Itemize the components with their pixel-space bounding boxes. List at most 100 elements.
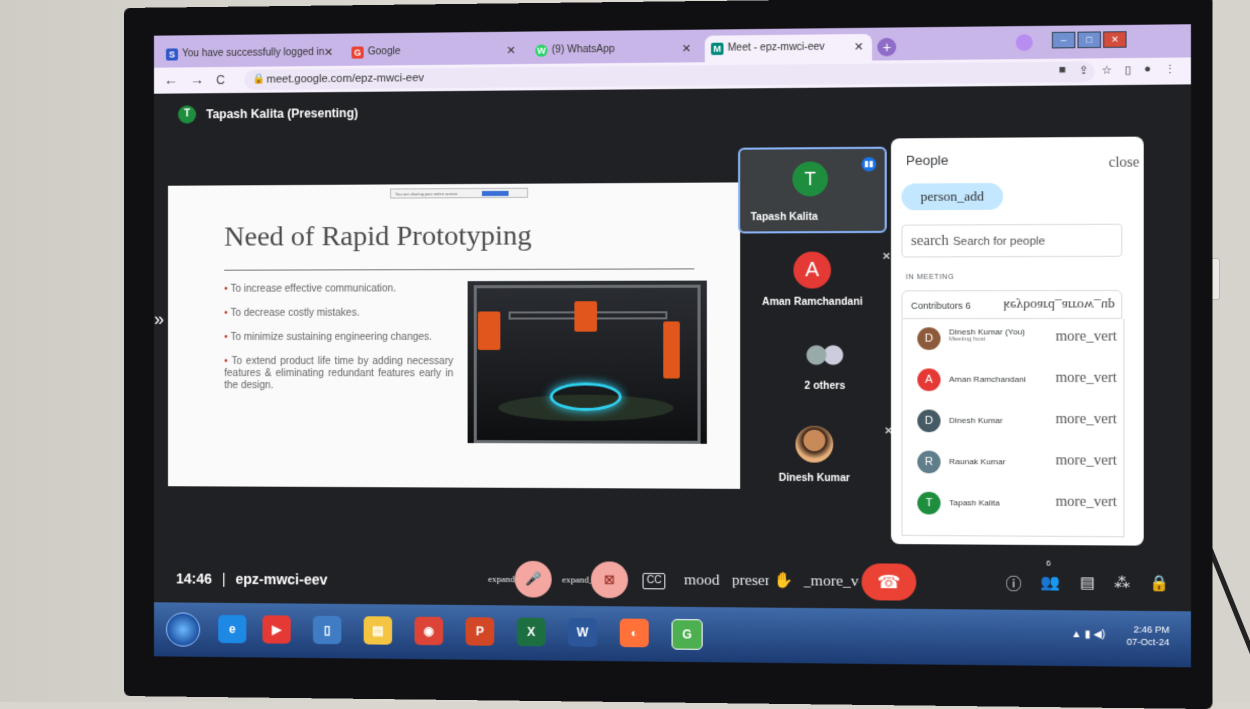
- more-options-icon[interactable]: more_vert: [1056, 494, 1117, 511]
- toolbar-icons: ■ ⇪ ☆ ▯ ● ⋮: [1059, 63, 1176, 78]
- participant-count-badge: 6: [1045, 558, 1051, 568]
- more-options-icon[interactable]: more_vert: [1056, 329, 1117, 346]
- tile-avatar: T: [792, 161, 828, 197]
- participant-tile-aman[interactable]: ✕ A Aman Ramchandani: [734, 251, 891, 323]
- in-meeting-heading: IN MEETING: [905, 273, 955, 282]
- window-controls: – □ ✕: [1051, 31, 1127, 49]
- mic-muted-icon: ✕: [882, 251, 891, 263]
- excel-icon[interactable]: X: [516, 617, 546, 647]
- profile-icon[interactable]: [1015, 34, 1033, 51]
- new-tab-button[interactable]: +: [877, 37, 897, 57]
- raise-hand-button[interactable]: ✋: [774, 563, 794, 600]
- microphone-off-button[interactable]: 🎤: [514, 560, 552, 598]
- list-item[interactable]: D Dinesh Kumar (You) Meeting host more_ve…: [903, 319, 1124, 360]
- more-options-icon[interactable]: more_vert: [1056, 412, 1117, 429]
- list-item[interactable]: A Aman Ramchandani more_vert: [903, 360, 1124, 401]
- contributors-header[interactable]: Contributors 6 keyboard_arrow_up: [901, 289, 1123, 320]
- sidebar-icon[interactable]: ▯: [1125, 63, 1131, 76]
- clock[interactable]: 2:46 PM 07-Oct-24: [1127, 623, 1170, 648]
- close-window-button[interactable]: ✕: [1103, 31, 1127, 48]
- tab-label: (9) WhatsApp: [551, 43, 615, 56]
- participant-tile-others[interactable]: 2 others: [746, 341, 903, 414]
- bullet-mark: •: [224, 356, 228, 368]
- powerpoint-icon[interactable]: P: [465, 617, 495, 646]
- tablet-icon[interactable]: ▯: [312, 615, 342, 645]
- contributors-label: Contributors 6: [911, 300, 971, 311]
- more-options-button[interactable]: _more_vert: [803, 563, 860, 600]
- slide-bullets: • To increase effective communication. •…: [224, 283, 453, 404]
- list-item[interactable]: D Dinesh Kumar more_vert: [903, 401, 1124, 443]
- maximize-button[interactable]: □: [1077, 31, 1101, 49]
- chrome-icon[interactable]: ◉: [414, 616, 444, 646]
- bookmark-star-icon[interactable]: ☆: [1101, 63, 1112, 77]
- participant-avatar: D: [917, 327, 941, 350]
- start-button[interactable]: [166, 612, 201, 647]
- reactions-button[interactable]: mood: [684, 562, 720, 599]
- account-icon[interactable]: ●: [1144, 63, 1151, 77]
- stop-sharing-button[interactable]: [481, 190, 509, 197]
- active-speaker-tile[interactable]: ▮▮ T Tapash Kalita: [738, 146, 887, 234]
- firefox-icon[interactable]: ◐: [619, 618, 649, 648]
- presented-slide: You are sharing your entire screen Need …: [168, 182, 741, 489]
- chat-icon[interactable]: ▤: [1080, 573, 1095, 595]
- camera-off-button[interactable]: ⊠: [590, 561, 629, 599]
- participant-tile-dinesh[interactable]: ✕ Dinesh Kumar: [736, 425, 893, 498]
- dinesh-photo-avatar: [795, 425, 834, 463]
- add-people-button[interactable]: person_add: [901, 182, 1004, 211]
- activities-icon[interactable]: ⁂: [1114, 573, 1130, 595]
- title-divider: [224, 268, 695, 271]
- present-now-button[interactable]: present_to_all: [732, 562, 770, 599]
- people-icon[interactable]: 👥 6: [1041, 558, 1061, 595]
- windows-taskbar: e ▶ ▯ ▤ ◉ P X W ◐ G ▲ ▮ ◀) 2:46 PM 07-Oc…: [153, 602, 1191, 668]
- more-options-icon[interactable]: more_vert: [1056, 371, 1117, 388]
- tab-whatsapp[interactable]: W (9) WhatsApp ✕: [529, 36, 699, 64]
- media-player-icon[interactable]: ▶: [262, 615, 291, 644]
- bullet-text: To minimize sustaining engineering chang…: [230, 331, 433, 343]
- back-button[interactable]: ←: [164, 71, 178, 87]
- google-favicon-icon: G: [351, 46, 364, 59]
- presenter-name: Tapash Kalita (Presenting): [206, 106, 359, 122]
- list-item[interactable]: R Raunak Kumar more_vert: [903, 442, 1124, 484]
- word-icon[interactable]: W: [568, 618, 598, 647]
- forward-button[interactable]: →: [190, 71, 204, 87]
- host-controls-icon[interactable]: 🔒: [1149, 574, 1169, 596]
- minimize-button[interactable]: –: [1051, 31, 1076, 49]
- tab-google[interactable]: G Google ✕: [345, 38, 524, 66]
- camera-icon[interactable]: ■: [1059, 64, 1066, 77]
- close-tab-icon[interactable]: ✕: [854, 34, 864, 61]
- tab-label: Google: [367, 46, 401, 58]
- meeting-info: 14:46 | epz-mwci-eev: [176, 570, 327, 587]
- participant-name: Dinesh Kumar: [949, 415, 1003, 426]
- share-icon[interactable]: ⇪: [1079, 64, 1089, 77]
- captions-button[interactable]: CC: [642, 572, 666, 590]
- close-tab-icon[interactable]: ✕: [324, 40, 333, 66]
- screen: S You have successfully logged in ✕ G Go…: [153, 24, 1191, 668]
- participant-avatar: T: [917, 491, 941, 515]
- slide-title: Need of Rapid Prototyping: [224, 220, 532, 253]
- folder-icon[interactable]: ▤: [363, 616, 393, 645]
- close-tab-icon[interactable]: ✕: [682, 36, 692, 63]
- expand-left-icon[interactable]: »: [154, 309, 164, 330]
- search-people-input[interactable]: search Search for people: [901, 223, 1123, 258]
- tab-login[interactable]: S You have successfully logged in ✕: [160, 40, 341, 68]
- reload-button[interactable]: C: [216, 73, 225, 87]
- collapse-contributors-icon[interactable]: keyboard_arrow_up: [1003, 291, 1114, 320]
- meeting-code: epz-mwci-eev: [235, 570, 328, 588]
- menu-icon[interactable]: ⋮: [1164, 63, 1176, 77]
- list-item[interactable]: T Tapash Kalita more_vert: [903, 483, 1124, 525]
- printer-glow-ring: [549, 382, 622, 412]
- ie-icon[interactable]: e: [218, 614, 247, 644]
- lock-icon: 🔒: [252, 73, 265, 85]
- meet-app-icon[interactable]: G: [671, 619, 703, 650]
- info-icon[interactable]: ⓘ: [1006, 573, 1022, 595]
- leave-call-button[interactable]: ☎: [861, 563, 917, 601]
- close-tab-icon[interactable]: ✕: [506, 38, 515, 64]
- participant-name: Aman Ramchandani: [949, 374, 1026, 384]
- tile-avatar: A: [793, 251, 832, 289]
- more-options-icon[interactable]: more_vert: [1056, 453, 1117, 470]
- bullet-item: • To increase effective communication.: [224, 283, 453, 296]
- info-separator: |: [221, 570, 226, 587]
- tab-meet[interactable]: M Meet - epz-mwci-eev ✕: [704, 33, 873, 63]
- printer-motor: [663, 321, 680, 379]
- close-panel-button[interactable]: close: [1109, 155, 1140, 172]
